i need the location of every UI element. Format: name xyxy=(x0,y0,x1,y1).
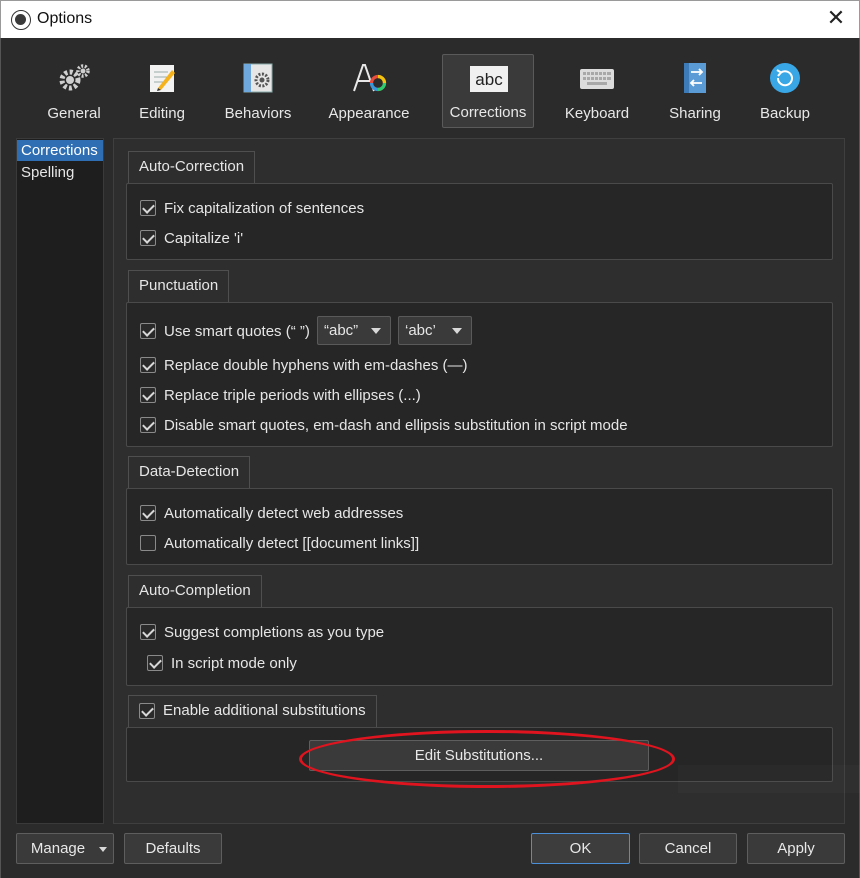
detect-web-option[interactable]: Automatically detect web addresses xyxy=(140,502,403,524)
em-dash-checkbox[interactable] xyxy=(140,357,156,373)
cancel-button[interactable]: Cancel xyxy=(639,833,737,864)
sidebar-item-spelling[interactable]: Spelling xyxy=(17,162,103,183)
edit-substitutions-button[interactable]: Edit Substitutions... xyxy=(309,740,649,771)
chevron-down-icon xyxy=(452,328,462,334)
double-quote-style-select[interactable]: “abc” xyxy=(317,316,391,345)
ellipses-option[interactable]: Replace triple periods with ellipses (..… xyxy=(140,384,421,406)
option-label: Suggest completions as you type xyxy=(164,623,385,641)
option-label: Automatically detect web addresses xyxy=(164,504,404,522)
option-label: In script mode only xyxy=(171,654,297,672)
options-window: General Editing Behaviors Appearance abc… xyxy=(0,38,860,878)
option-label: Replace double hyphens with em-dashes (—… xyxy=(164,356,468,374)
tab-label: Editing xyxy=(139,105,185,122)
manage-button[interactable]: Manage xyxy=(16,833,114,864)
enable-substitutions-checkbox[interactable] xyxy=(139,703,155,719)
tab-backup[interactable]: Backup xyxy=(751,54,819,128)
data-detection-header: Data-Detection xyxy=(128,456,251,488)
preferences-toolbar: General Editing Behaviors Appearance abc… xyxy=(1,38,859,130)
capitalize-i-option[interactable]: Capitalize 'i' xyxy=(140,227,243,249)
auto-correction-header: Auto-Correction xyxy=(128,151,256,183)
enable-substitutions-option[interactable]: Enable additional substitutions xyxy=(139,700,366,722)
fix-capitalization-checkbox[interactable] xyxy=(140,200,156,216)
ok-button[interactable]: OK xyxy=(531,833,630,864)
smart-quotes-checkbox[interactable] xyxy=(140,323,156,339)
tab-label: Keyboard xyxy=(564,105,630,122)
auto-completion-group xyxy=(126,607,833,686)
sharing-arrows-icon xyxy=(684,63,706,93)
pencil-note-icon xyxy=(150,65,175,92)
single-quote-style-select[interactable]: ‘abc’ xyxy=(398,316,472,345)
chevron-down-icon xyxy=(99,847,107,852)
window-title: Options xyxy=(37,10,93,27)
background-overlay xyxy=(678,765,860,793)
detect-doc-links-option[interactable]: Automatically detect [[document links]] xyxy=(140,532,419,554)
detect-web-checkbox[interactable] xyxy=(140,505,156,521)
tab-label: General xyxy=(47,105,101,122)
suggest-completions-option[interactable]: Suggest completions as you type xyxy=(140,621,384,643)
option-label: Automatically detect [[document links]] xyxy=(164,534,420,552)
em-dash-option[interactable]: Replace double hyphens with em-dashes (—… xyxy=(140,354,468,376)
script-mode-only-checkbox[interactable] xyxy=(147,655,163,671)
single-quote-style-value: ‘abc’ xyxy=(405,322,436,339)
close-icon[interactable]: ✕ xyxy=(823,7,849,33)
keyboard-icon xyxy=(580,69,614,89)
abc-icon: abc xyxy=(470,66,508,92)
sidebar-item-corrections[interactable]: Corrections xyxy=(17,140,103,161)
tab-appearance[interactable]: Appearance xyxy=(319,54,419,128)
additional-substitutions-header[interactable]: Enable additional substitutions xyxy=(128,695,377,727)
tab-editing[interactable]: Editing xyxy=(125,54,199,128)
disable-in-script-option[interactable]: Disable smart quotes, em-dash and ellips… xyxy=(140,414,628,436)
chevron-down-icon xyxy=(371,328,381,334)
option-label: Capitalize 'i' xyxy=(164,229,244,247)
tab-label: Appearance xyxy=(328,105,410,122)
detect-doc-links-checkbox[interactable] xyxy=(140,535,156,551)
script-mode-only-option[interactable]: In script mode only xyxy=(147,652,297,674)
corrections-panel: Auto-Correction Fix capitalization of se… xyxy=(113,138,845,824)
tab-label: Backup xyxy=(759,105,811,122)
backup-icon xyxy=(770,63,800,93)
fix-capitalization-option[interactable]: Fix capitalization of sentences xyxy=(140,197,364,219)
font-color-icon xyxy=(353,64,387,92)
svg-text:abc: abc xyxy=(475,70,503,89)
capitalize-i-checkbox[interactable] xyxy=(140,230,156,246)
tab-sharing[interactable]: Sharing xyxy=(657,54,733,128)
ellipses-checkbox[interactable] xyxy=(140,387,156,403)
defaults-button[interactable]: Defaults xyxy=(124,833,222,864)
tab-label: Behaviors xyxy=(224,105,292,122)
manage-label: Manage xyxy=(30,840,86,857)
option-label: Enable additional substitutions xyxy=(163,702,366,719)
punctuation-header: Punctuation xyxy=(128,270,230,302)
auto-completion-header: Auto-Completion xyxy=(128,575,262,607)
option-label: Disable smart quotes, em-dash and ellips… xyxy=(164,416,628,434)
disable-in-script-checkbox[interactable] xyxy=(140,417,156,433)
tab-behaviors[interactable]: Behaviors xyxy=(215,54,301,128)
option-label: Fix capitalization of sentences xyxy=(164,199,365,217)
gears-icon xyxy=(59,64,90,91)
suggest-completions-checkbox[interactable] xyxy=(140,624,156,640)
tab-label: Sharing xyxy=(669,105,721,122)
tab-general[interactable]: General xyxy=(35,54,113,128)
section-list: Corrections Spelling xyxy=(16,138,104,824)
option-label: Replace triple periods with ellipses (..… xyxy=(164,386,421,404)
title-bar: Options ✕ xyxy=(0,0,860,38)
tab-keyboard[interactable]: Keyboard xyxy=(557,54,637,128)
option-label: Use smart quotes (“ ”) xyxy=(164,322,310,340)
tab-corrections[interactable]: abc Corrections xyxy=(442,54,534,128)
gear-window-icon xyxy=(243,63,273,93)
app-logo-icon xyxy=(11,10,31,30)
tab-label: Corrections xyxy=(449,104,527,121)
smart-quotes-option[interactable]: Use smart quotes (“ ”) xyxy=(140,320,310,342)
double-quote-style-value: “abc” xyxy=(324,322,359,339)
apply-button[interactable]: Apply xyxy=(747,833,845,864)
